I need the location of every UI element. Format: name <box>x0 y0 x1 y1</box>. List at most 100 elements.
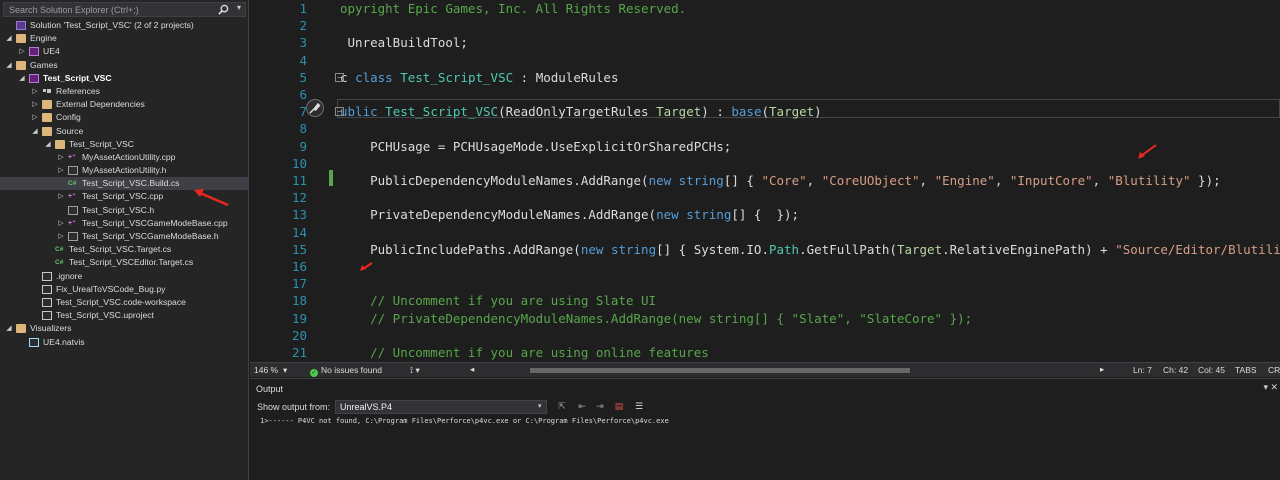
tree-item[interactable]: ◢ Games <box>0 59 248 72</box>
code-line[interactable]: opyright Epic Games, Inc. All Rights Res… <box>340 1 686 16</box>
fold-toggle-icon[interactable]: − <box>335 107 344 117</box>
code-line[interactable]: PrivateDependencyModuleNames.AddRange(ne… <box>340 207 799 222</box>
paintbrush-icon[interactable] <box>306 99 324 117</box>
expand-arrow-icon[interactable]: ▷ <box>31 98 39 111</box>
collapse-arrow-icon[interactable]: ◢ <box>5 59 13 72</box>
header-file-icon <box>68 205 78 215</box>
search-options-dropdown-icon[interactable]: ▾ <box>237 3 241 12</box>
code-token: PrivateDependencyModuleNames.AddRange( <box>340 207 657 223</box>
expand-arrow-icon[interactable]: ▷ <box>57 151 65 164</box>
code-token: PCHUsage = PCHUsageMode.UseExplicitOrSha… <box>340 138 732 154</box>
tree-item[interactable]: ▷ Config <box>0 111 248 124</box>
tree-item-label: Test_Script_VSC.uproject <box>56 310 154 321</box>
tree-item[interactable]: ◢ Test_Script_VSC <box>0 72 248 85</box>
tree-item[interactable]: Test_Script_VSC.code-workspace <box>0 296 248 309</box>
tree-item[interactable]: ▷ References <box>0 85 248 98</box>
code-line[interactable]: // Uncomment if you are using online fea… <box>340 345 709 360</box>
tabs-indicator[interactable]: TABS <box>1235 365 1257 375</box>
issues-indicator[interactable]: ✓ No issues found <box>310 365 382 377</box>
solution-search-box[interactable]: Search Solution Explorer (Ctrl+;) ▾ <box>3 2 246 17</box>
tree-item[interactable]: Fix_UrealToVSCode_Bug.py <box>0 283 248 296</box>
next-message-icon[interactable]: ⇥ <box>594 401 606 412</box>
tree-item[interactable]: ▷ External Dependencies <box>0 98 248 111</box>
code-token: Target <box>769 104 815 120</box>
collapse-arrow-icon[interactable]: ◢ <box>5 322 13 335</box>
zoom-level[interactable]: 146 % <box>254 365 278 375</box>
tree-item[interactable]: ▷ Test_Script_VSCGameModeBase.h <box>0 230 248 243</box>
line-ending-indicator[interactable]: CRL <box>1268 365 1280 375</box>
scrollbar-thumb[interactable] <box>530 368 910 373</box>
code-token: base <box>731 104 762 120</box>
code-token: // Uncomment if you are using online fea… <box>340 345 709 360</box>
code-line[interactable]: ublic Test_Script_VSC(ReadOnlyTargetRule… <box>340 104 822 119</box>
folder-icon <box>16 34 26 44</box>
expand-arrow-icon[interactable]: ▷ <box>57 217 65 230</box>
tree-item[interactable]: ◢ Test_Script_VSC <box>0 138 248 151</box>
dropdown-icon[interactable]: ▾ <box>1263 382 1268 393</box>
code-editor[interactable]: 1 2 3 4 5 6 7 8 9 10 11 12 13 14 15 16 17 18 19 20 21 opyrig… <box>250 0 1280 362</box>
collapse-arrow-icon[interactable]: ◢ <box>44 138 52 151</box>
tree-item[interactable]: ▷ UE4 <box>0 45 248 58</box>
expand-arrow-icon[interactable]: ▷ <box>31 85 39 98</box>
code-token: }); <box>1190 173 1221 188</box>
search-placeholder: Search Solution Explorer (Ctrl+;) <box>9 5 139 15</box>
code-line[interactable]: PCHUsage = PCHUsageMode.UseExplicitOrSha… <box>340 139 731 154</box>
collapse-arrow-icon[interactable]: ◢ <box>18 72 26 85</box>
tree-item[interactable]: ◢ Source <box>0 125 248 138</box>
header-file-icon <box>68 166 78 176</box>
clear-all-icon[interactable]: ▤ <box>613 401 625 412</box>
file-icon <box>42 271 52 281</box>
code-token: , <box>806 173 822 188</box>
tree-item[interactable]: UE4.natvis <box>0 336 248 349</box>
expand-arrow-icon[interactable]: ▷ <box>18 45 26 58</box>
collapse-arrow-icon[interactable]: ◢ <box>5 32 13 45</box>
code-line[interactable]: // Uncomment if you are using Slate UI <box>340 293 656 308</box>
csharp-file-icon: C# <box>55 259 64 267</box>
tree-item-label: External Dependencies <box>56 99 145 110</box>
collapse-arrow-icon[interactable]: ◢ <box>31 125 39 138</box>
tree-item[interactable]: .ignore <box>0 270 248 283</box>
code-token: string <box>686 207 732 223</box>
tree-item[interactable]: Solution 'Test_Script_VSC' (2 of 2 proje… <box>0 19 248 32</box>
previous-message-icon[interactable]: ⇤ <box>576 401 588 412</box>
tree-item[interactable]: ▷ +⁺ Test_Script_VSCGameModeBase.cpp <box>0 217 248 230</box>
scroll-right-icon[interactable]: ▸ <box>1100 364 1104 375</box>
output-source-select[interactable]: UnrealVS.P4 ▾ <box>335 400 547 414</box>
fold-toggle-icon[interactable]: − <box>335 72 344 82</box>
tree-item[interactable]: Test_Script_VSC.uproject <box>0 309 248 322</box>
editor-status-bar: 146 % ▾ ✓ No issues found ⟟ ▾ ◂ ▸ Ln: 7 C… <box>250 362 1280 377</box>
expand-arrow-icon[interactable]: ▷ <box>31 111 39 124</box>
brush-dropdown-icon[interactable]: ⟟ ▾ <box>410 365 420 376</box>
tree-item-label: Visualizers <box>30 323 72 334</box>
tree-item[interactable]: ◢ Visualizers <box>0 322 248 335</box>
tree-item[interactable]: ▷ MyAssetActionUtility.h <box>0 164 248 177</box>
expand-arrow-icon[interactable]: ▷ <box>57 164 65 177</box>
show-output-from-label: Show output from: <box>257 402 331 412</box>
red-arrow-annotation-icon <box>1138 144 1157 159</box>
code-line[interactable]: UnrealBuildTool; <box>340 35 468 50</box>
close-icon[interactable]: ✕ <box>1270 382 1278 393</box>
find-message-icon[interactable]: ⇱ <box>556 401 568 412</box>
code-line[interactable]: PublicDependencyModuleNames.AddRange(new… <box>340 173 1221 188</box>
tree-item[interactable]: ◢ Engine <box>0 32 248 45</box>
solution-tree: Solution 'Test_Script_VSC' (2 of 2 proje… <box>0 19 248 349</box>
code-line[interactable]: PublicIncludePaths.AddRange(new string[]… <box>340 242 1280 257</box>
tree-item[interactable]: C# Test_Script_VSC.Target.cs <box>0 243 248 256</box>
word-wrap-icon[interactable]: ☰ <box>633 401 645 412</box>
expand-arrow-icon[interactable]: ▷ <box>57 230 65 243</box>
search-icon[interactable] <box>218 4 229 15</box>
code-line[interactable]: // PrivateDependencyModuleNames.AddRange… <box>340 311 972 326</box>
tree-item[interactable]: ▷ +⁺ MyAssetActionUtility.cpp <box>0 151 248 164</box>
scroll-left-icon[interactable]: ◂ <box>470 364 474 375</box>
code-line[interactable]: c class Test_Script_VSC : ModuleRules <box>340 70 618 85</box>
csharp-file-icon: C# <box>68 180 77 188</box>
tree-item[interactable]: C# Test_Script_VSCEditor.Target.cs <box>0 256 248 269</box>
expand-arrow-icon[interactable]: ▷ <box>57 190 65 203</box>
horizontal-scrollbar[interactable]: ◂ ▸ <box>470 364 1110 375</box>
tree-item-label: MyAssetActionUtility.h <box>82 165 167 176</box>
tree-item-label: Test_Script_VSC.cpp <box>82 191 164 202</box>
code-token: : ModuleRules <box>513 69 619 85</box>
zoom-dropdown-icon[interactable]: ▾ <box>283 365 287 376</box>
line-number: 21 <box>291 345 307 360</box>
